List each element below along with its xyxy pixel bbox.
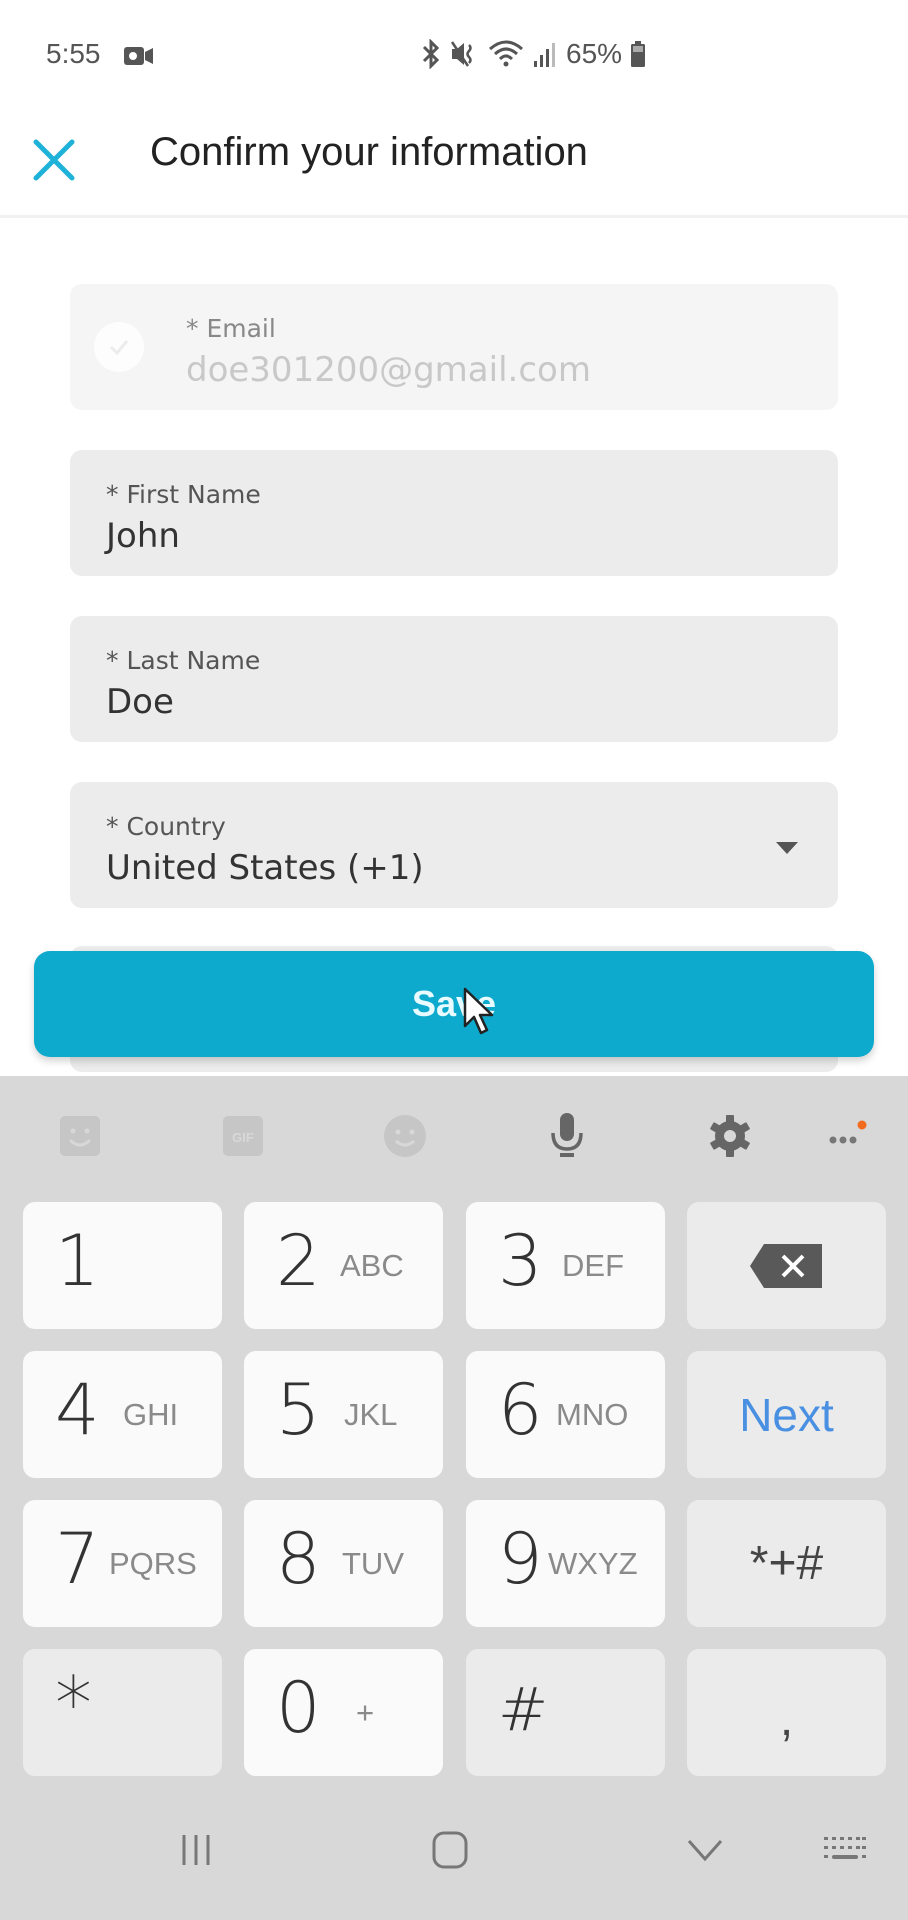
home-button[interactable] xyxy=(415,1820,485,1880)
key-digit: 4 xyxy=(55,1369,100,1451)
comma-key[interactable]: , xyxy=(687,1649,886,1776)
first-name-value[interactable]: John xyxy=(106,516,180,556)
microphone-icon xyxy=(551,1113,583,1157)
symbols-label: *+# xyxy=(749,1537,824,1590)
key-digit: 9 xyxy=(498,1518,543,1600)
country-dropdown[interactable]: * Country United States (+1) xyxy=(70,782,838,908)
key-6[interactable]: 6 MNO xyxy=(466,1351,665,1478)
hash-label: # xyxy=(498,1675,549,1745)
last-name-value[interactable]: Doe xyxy=(106,682,174,722)
key-letters: PQRS xyxy=(109,1546,197,1581)
next-label: Next xyxy=(739,1388,834,1441)
key-letters: TUV xyxy=(342,1546,404,1581)
page-title: Confirm your information xyxy=(150,130,588,174)
mute-vibrate-icon xyxy=(450,41,472,67)
keyboard-switch-icon xyxy=(824,1837,866,1859)
hash-key[interactable]: # xyxy=(466,1649,665,1776)
key-letters: ABC xyxy=(340,1248,404,1283)
first-name-label: * First Name xyxy=(106,480,261,509)
key-5[interactable]: 5 JKL xyxy=(244,1351,443,1478)
battery-percent: 65% xyxy=(566,38,623,69)
key-4[interactable]: 4 GHI xyxy=(23,1351,222,1478)
keyboard-settings-button[interactable] xyxy=(700,1106,760,1166)
country-value: United States (+1) xyxy=(106,848,424,888)
back-icon xyxy=(687,1840,723,1862)
close-button[interactable] xyxy=(26,132,82,188)
keyboard-toolbar: GIF xyxy=(0,1076,908,1196)
status-bar: 5:55 65% xyxy=(0,0,908,110)
next-key[interactable]: Next xyxy=(687,1351,886,1478)
key-digit: 2 xyxy=(276,1220,321,1302)
status-icons: 65% xyxy=(420,38,646,70)
home-icon xyxy=(432,1831,468,1869)
key-digit: 1 xyxy=(55,1220,100,1302)
screen-record-icon xyxy=(124,47,153,65)
app-header: Confirm your information xyxy=(0,110,908,218)
emoji-button[interactable] xyxy=(375,1106,435,1166)
email-value: doe301200@gmail.com xyxy=(186,350,591,390)
gif-icon: GIF xyxy=(223,1116,263,1156)
email-label: * Email xyxy=(186,314,276,343)
voice-input-button[interactable] xyxy=(537,1106,597,1166)
key-digit: 8 xyxy=(276,1518,321,1600)
star-key[interactable]: * xyxy=(23,1649,222,1776)
key-letters: MNO xyxy=(556,1397,629,1432)
key-0[interactable]: 0 + xyxy=(244,1649,443,1776)
key-1[interactable]: 1 xyxy=(23,1202,222,1329)
comma-label: , xyxy=(779,1693,794,1746)
battery-icon xyxy=(631,41,646,67)
key-letters: WXYZ xyxy=(548,1546,638,1581)
symbols-key[interactable]: *+# xyxy=(687,1500,886,1627)
keyboard-switch-button[interactable] xyxy=(810,1820,880,1880)
last-name-label: * Last Name xyxy=(106,646,261,675)
bluetooth-icon xyxy=(422,39,440,69)
key-letters: DEF xyxy=(562,1248,624,1283)
backspace-icon xyxy=(749,1243,822,1288)
last-name-field[interactable]: * Last Name Doe xyxy=(70,616,838,742)
key-2[interactable]: 2 ABC xyxy=(244,1202,443,1329)
key-digit: 0 xyxy=(276,1667,321,1749)
check-icon xyxy=(109,340,129,356)
more-icon xyxy=(829,1120,867,1144)
key-letters: GHI xyxy=(123,1397,179,1432)
settings-icon xyxy=(710,1115,750,1157)
recent-apps-button[interactable] xyxy=(161,1820,231,1880)
status-time: 5:55 xyxy=(46,38,101,69)
wifi-icon xyxy=(489,40,523,67)
key-digit: 6 xyxy=(498,1369,543,1451)
backspace-key[interactable] xyxy=(687,1202,886,1329)
sticker-icon xyxy=(60,1116,100,1156)
screen: 5:55 65% Confirm your information * Emai… xyxy=(0,0,908,1920)
key-9[interactable]: 9 WXYZ xyxy=(466,1500,665,1627)
navigation-bar xyxy=(0,1780,908,1920)
svg-text:GIF: GIF xyxy=(232,1130,254,1145)
key-letters: JKL xyxy=(344,1397,398,1432)
key-letters: + xyxy=(356,1695,375,1730)
emoji-icon xyxy=(384,1115,426,1157)
signal-icon xyxy=(534,43,555,67)
country-label: * Country xyxy=(106,812,226,841)
more-options-button[interactable] xyxy=(818,1106,878,1166)
first-name-field[interactable]: * First Name John xyxy=(70,450,838,576)
key-3[interactable]: 3 DEF xyxy=(466,1202,665,1329)
email-field: * Email doe301200@gmail.com xyxy=(70,284,838,410)
mouse-cursor-icon xyxy=(463,987,494,1035)
gif-button[interactable]: GIF xyxy=(213,1106,273,1166)
recent-apps-icon xyxy=(182,1835,210,1865)
save-button[interactable]: Save xyxy=(34,951,874,1057)
verified-check xyxy=(94,322,144,372)
caret-down-icon xyxy=(776,842,798,854)
close-icon xyxy=(33,139,75,181)
key-7[interactable]: 7 PQRS xyxy=(23,1500,222,1627)
key-8[interactable]: 8 TUV xyxy=(244,1500,443,1627)
star-label: * xyxy=(55,1661,92,1747)
key-digit: 7 xyxy=(55,1518,100,1600)
sticker-button[interactable] xyxy=(50,1106,110,1166)
key-digit: 3 xyxy=(498,1220,543,1302)
back-button[interactable] xyxy=(670,1820,740,1880)
key-digit: 5 xyxy=(276,1369,321,1451)
